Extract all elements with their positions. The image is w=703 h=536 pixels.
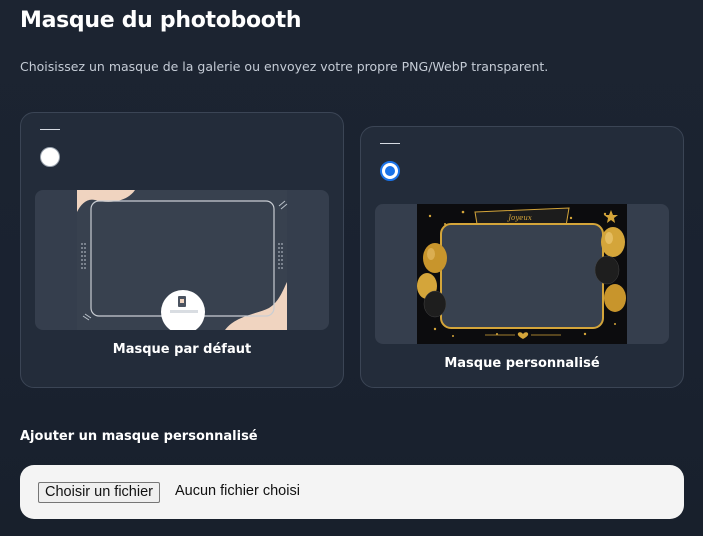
upload-section-title: Ajouter un masque personnalisé	[20, 429, 258, 444]
card-divider	[380, 143, 400, 144]
mask-card-default[interactable]: Masque par défaut	[20, 112, 344, 388]
mask-custom-radio[interactable]	[380, 161, 400, 181]
default-mask-image	[77, 190, 288, 330]
file-status-text: Aucun fichier choisi	[175, 483, 300, 499]
page-title: Masque du photobooth	[20, 8, 302, 33]
card-divider	[40, 129, 60, 130]
choose-file-button[interactable]: Choisir un fichier	[38, 482, 160, 503]
mask-default-preview[interactable]	[35, 190, 329, 330]
mask-default-label: Masque par défaut	[112, 342, 252, 357]
mask-default-radio[interactable]	[40, 147, 60, 167]
mask-custom-label: Masque personnalisé	[444, 356, 600, 371]
page-description: Choisissez un masque de la galerie ou en…	[20, 59, 549, 74]
svg-text:Joyeux: Joyeux	[506, 214, 532, 222]
birthday-mask-image: Joyeux ANNIVERSAIRE !	[417, 204, 627, 344]
mask-card-custom[interactable]: Joyeux ANNIVERSAIRE ! Masque personnalis…	[360, 126, 684, 388]
file-upload-field[interactable]: Choisir un fichier Aucun fichier choisi	[20, 465, 684, 519]
mask-custom-preview[interactable]: Joyeux ANNIVERSAIRE !	[375, 204, 669, 344]
